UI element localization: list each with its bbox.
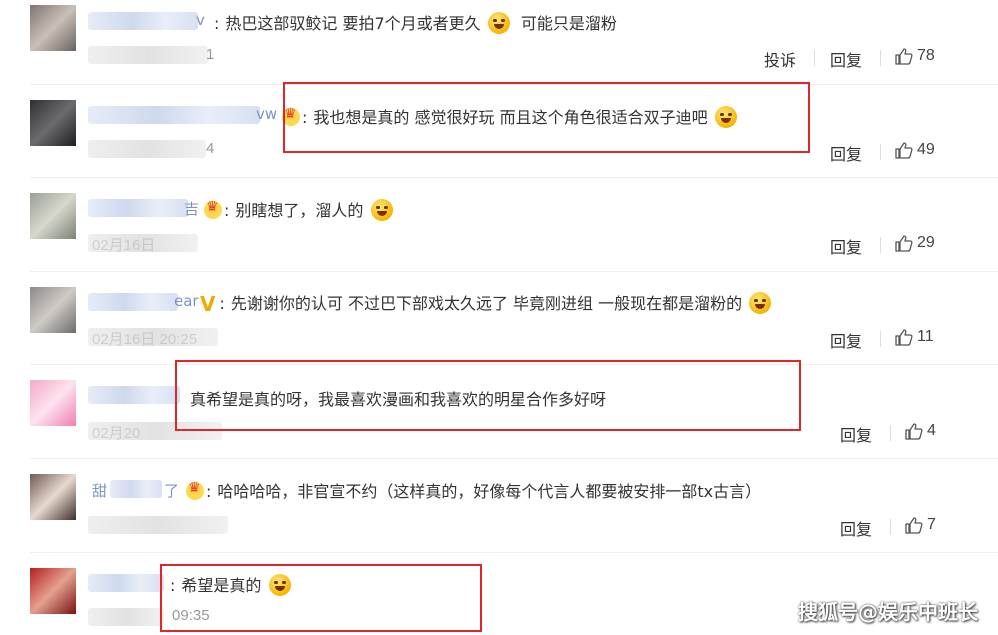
divider <box>880 331 881 347</box>
like-button[interactable]: 78 <box>895 47 935 65</box>
laughing-emoji-icon <box>487 12 510 34</box>
avatar[interactable] <box>30 380 76 426</box>
laughing-emoji-icon <box>370 199 393 221</box>
reply-button[interactable]: 回复 <box>830 141 862 165</box>
timestamp-blurred <box>88 140 206 158</box>
highlight-box <box>160 564 482 632</box>
watermark: 搜狐号@娱乐中班长 <box>798 600 978 624</box>
username-tail[interactable]: 了 <box>164 480 179 501</box>
username-blurred[interactable] <box>88 386 180 404</box>
divider <box>880 237 881 253</box>
thumbs-up-icon <box>905 422 923 440</box>
timestamp-blurred <box>88 516 228 534</box>
reply-button[interactable]: 回复 <box>830 47 862 71</box>
divider <box>814 50 815 66</box>
timestamp: 02月20 <box>92 425 141 442</box>
separator <box>30 458 998 459</box>
avatar[interactable] <box>30 287 76 333</box>
thumbs-up-icon <box>895 47 913 65</box>
thumbs-up-icon <box>895 234 913 252</box>
username-blurred[interactable] <box>88 12 198 30</box>
username-tail[interactable]: 吉 <box>184 198 199 219</box>
v-badge-icon: V <box>200 292 216 316</box>
timestamp: 02月16日 20:25 <box>92 331 198 348</box>
like-button[interactable]: 4 <box>905 422 936 440</box>
crown-badge-icon <box>186 480 204 500</box>
crown-badge-icon <box>204 199 222 219</box>
like-button[interactable]: 7 <box>905 516 936 534</box>
username-tail[interactable]: vw <box>256 105 277 123</box>
laughing-emoji-icon <box>749 292 772 314</box>
like-button[interactable]: 11 <box>895 328 934 346</box>
reply-button[interactable]: 回复 <box>830 328 862 352</box>
username-blurred[interactable] <box>88 106 260 124</box>
avatar[interactable] <box>30 193 76 239</box>
avatar[interactable] <box>30 100 76 146</box>
username-blurred[interactable] <box>110 480 162 498</box>
timestamp: 1 <box>206 46 215 63</box>
separator <box>30 177 998 178</box>
username-head[interactable]: 甜 <box>92 480 107 501</box>
like-count: 4 <box>927 422 936 439</box>
like-button[interactable]: 29 <box>895 234 935 252</box>
thumbs-up-icon <box>905 516 923 534</box>
reply-button[interactable]: 回复 <box>830 234 862 258</box>
like-count: 78 <box>917 47 935 64</box>
divider <box>880 50 881 66</box>
avatar[interactable] <box>30 5 76 51</box>
comment-text: :别瞎想了，溜人的 <box>204 197 393 221</box>
username-tail[interactable]: ear <box>174 292 199 310</box>
report-button[interactable]: 投诉 <box>764 47 796 71</box>
like-button[interactable]: 49 <box>895 141 935 159</box>
avatar[interactable] <box>30 474 76 520</box>
separator <box>30 552 998 553</box>
like-count: 11 <box>917 328 934 345</box>
timestamp: 02月16日 <box>92 237 156 254</box>
like-count: 49 <box>917 141 935 158</box>
username-tail[interactable]: v <box>196 11 205 29</box>
separator <box>30 271 998 272</box>
timestamp-blurred <box>88 46 208 64</box>
comment-text: : 热巴这部驭鲛记 要拍7个月或者更久 可能只是溜粉 <box>214 12 617 34</box>
reply-button[interactable]: 回复 <box>840 422 872 446</box>
divider <box>890 425 891 441</box>
comment-text: V: 先谢谢你的认可 不过巴下部戏太久远了 毕竟刚进组 一般现在都是溜粉的 <box>200 290 772 316</box>
thumbs-up-icon <box>895 328 913 346</box>
highlight-box <box>175 360 801 431</box>
username-blurred[interactable] <box>88 574 164 592</box>
like-count: 7 <box>927 516 936 533</box>
comment-text: :哈哈哈哈，非官宣不约（这样真的，好像每个代言人都要被安排一部tx古言） <box>186 478 761 502</box>
timestamp-blurred <box>88 608 164 626</box>
like-count: 29 <box>917 234 935 251</box>
username-blurred[interactable] <box>88 199 188 217</box>
highlight-box <box>283 82 810 153</box>
timestamp: 4 <box>206 140 215 157</box>
thumbs-up-icon <box>895 141 913 159</box>
avatar[interactable] <box>30 568 76 614</box>
divider <box>890 519 891 535</box>
divider <box>880 144 881 160</box>
reply-button[interactable]: 回复 <box>840 516 872 540</box>
username-blurred[interactable] <box>88 293 178 311</box>
